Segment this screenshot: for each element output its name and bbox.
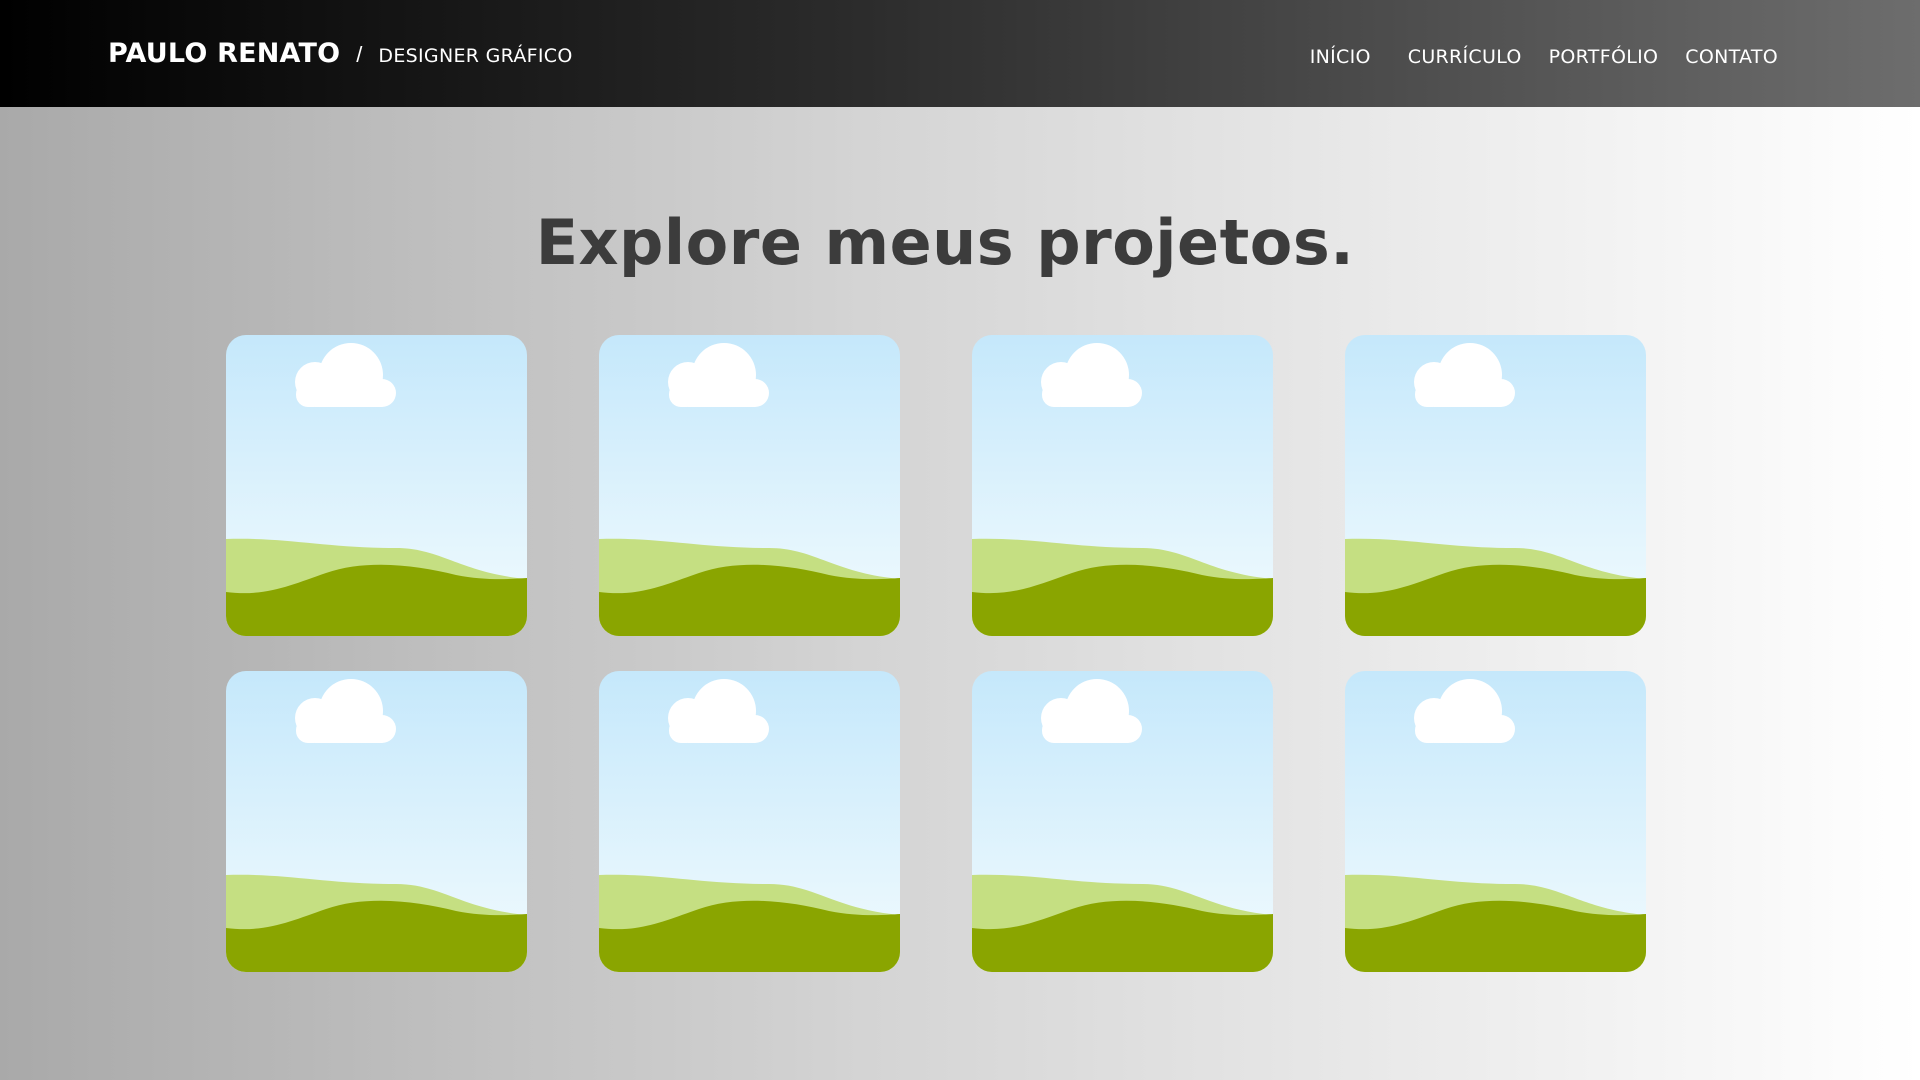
brand-name[interactable]: PAULO RENATO <box>108 38 340 69</box>
image-placeholder-icon <box>599 671 900 972</box>
project-card[interactable] <box>1345 335 1646 636</box>
image-placeholder-icon <box>226 671 527 972</box>
image-placeholder-icon <box>1345 335 1646 636</box>
nav-link-curriculo[interactable]: CURRÍCULO <box>1408 46 1522 68</box>
brand-role: DESIGNER GRÁFICO <box>378 45 573 67</box>
brand-separator: / <box>356 42 363 67</box>
brand: PAULO RENATO / DESIGNER GRÁFICO <box>108 38 573 69</box>
top-navigation-bar: PAULO RENATO / DESIGNER GRÁFICO INÍCIO C… <box>0 0 1920 107</box>
project-card[interactable] <box>226 671 527 972</box>
main-nav: INÍCIO CURRÍCULO PORTFÓLIO CONTATO <box>1310 46 1778 68</box>
project-card[interactable] <box>599 335 900 636</box>
nav-link-portfolio[interactable]: PORTFÓLIO <box>1549 46 1659 68</box>
project-card[interactable] <box>599 671 900 972</box>
image-placeholder-icon <box>599 335 900 636</box>
nav-link-inicio[interactable]: INÍCIO <box>1310 46 1371 68</box>
project-grid <box>226 335 1646 972</box>
image-placeholder-icon <box>226 335 527 636</box>
project-card[interactable] <box>972 335 1273 636</box>
image-placeholder-icon <box>1345 671 1646 972</box>
project-card[interactable] <box>1345 671 1646 972</box>
page-title: Explore meus projetos. <box>535 206 1355 279</box>
project-card[interactable] <box>226 335 527 636</box>
image-placeholder-icon <box>972 335 1273 636</box>
project-card[interactable] <box>972 671 1273 972</box>
nav-link-contato[interactable]: CONTATO <box>1685 46 1778 68</box>
image-placeholder-icon <box>972 671 1273 972</box>
